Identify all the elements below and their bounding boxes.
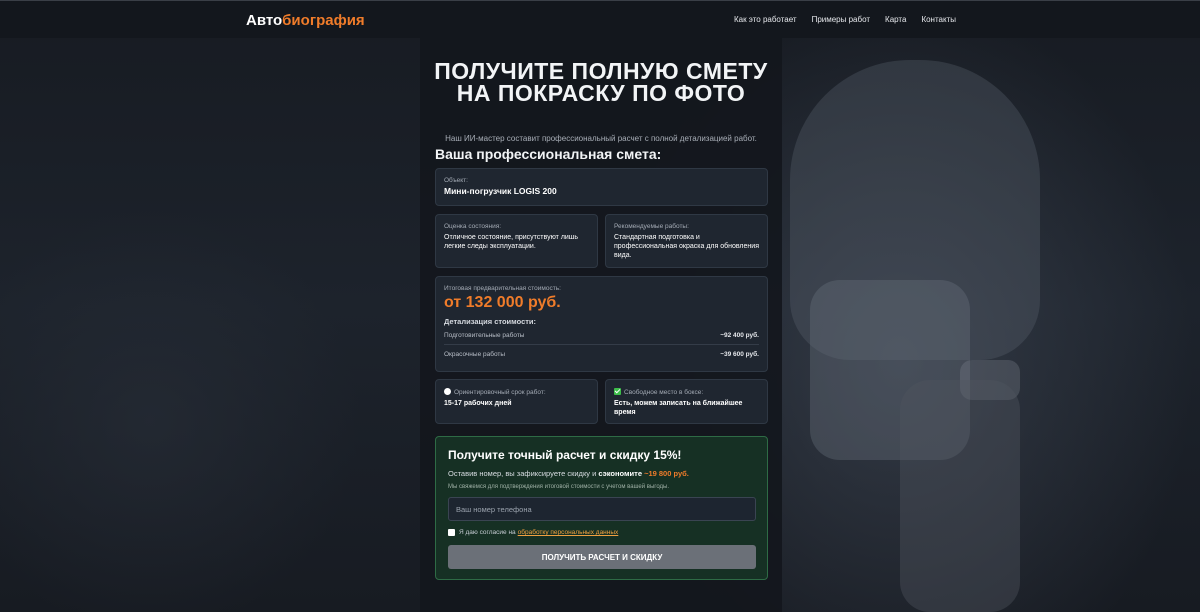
discount-offer-form: Получите точный расчет и скидку 15%! Ост…	[435, 436, 768, 580]
cost-label: Итоговая предварительная стоимость:	[444, 285, 561, 292]
checkmark-icon	[614, 388, 621, 395]
details-title: Детализация стоимости:	[444, 317, 537, 326]
cost-row: Подготовительные работы ~92 400 руб.	[444, 326, 759, 344]
cost-row: Окрасочные работы ~39 600 руб.	[444, 344, 759, 363]
availability-label-wrap: Свободное место в боксе:	[614, 388, 759, 396]
cost-row-amount: ~39 600 руб.	[720, 351, 759, 358]
page-title: Получите полную смету на покраску по фот…	[434, 58, 768, 106]
term-card: Ориентировочный срок работ: 15-17 рабочи…	[435, 379, 598, 424]
term-label-wrap: Ориентировочный срок работ:	[444, 388, 589, 396]
condition-card: Оценка состояния: Отличное состояние, пр…	[435, 214, 598, 268]
consent-checkbox[interactable]	[448, 529, 455, 536]
privacy-policy-link[interactable]: обработку персональных данных	[518, 529, 619, 536]
offer-text-prefix: Оставив номер, вы зафиксируете скидку и	[448, 469, 599, 478]
availability-value: Есть, можем записать на ближайшее время	[614, 400, 743, 416]
offer-text-bold: сэкономите	[598, 469, 645, 478]
offer-savings-amount: ~19 800 руб.	[644, 469, 689, 478]
term-value: 15-17 рабочих дней	[444, 400, 512, 407]
object-card: Объект: Мини-погрузчик LOGIS 200	[435, 168, 768, 206]
submit-button[interactable]: Получить расчет и скидку	[448, 545, 756, 569]
spray-gun-handle	[900, 380, 1020, 612]
cost-row-amount: ~92 400 руб.	[720, 332, 759, 339]
consent-row[interactable]: Я даю согласие на обработку персональных…	[448, 529, 618, 536]
cost-row-name: Подготовительные работы	[444, 332, 525, 339]
page-subtitle: Наш ИИ-мастер составит профессиональный …	[445, 134, 757, 143]
nav-how-it-works[interactable]: Как это работает	[734, 15, 797, 24]
object-value: Мини-погрузчик LOGIS 200	[444, 186, 557, 196]
phone-input[interactable]	[448, 497, 756, 521]
offer-note: Мы свяжемся для подтверждения итоговой с…	[448, 484, 670, 490]
clock-icon	[444, 388, 451, 395]
works-card: Рекомендуемые работы: Стандартная подгот…	[605, 214, 768, 268]
logo-text-main: Авто	[246, 12, 283, 29]
consent-text: Я даю согласие на	[459, 529, 516, 536]
offer-title: Получите точный расчет и скидку 15%!	[448, 448, 682, 462]
nav-map[interactable]: Карта	[885, 15, 906, 24]
works-value: Стандартная подготовка и профессиональна…	[614, 234, 759, 259]
availability-card: Свободное место в боксе: Есть, можем зап…	[605, 379, 768, 424]
nav-examples[interactable]: Примеры работ	[812, 15, 870, 24]
total-price: от 132 000 руб.	[444, 294, 561, 311]
nav-contacts[interactable]: Контакты	[921, 15, 956, 24]
logo[interactable]: Автобиография	[246, 12, 365, 29]
works-label: Рекомендуемые работы:	[614, 223, 689, 230]
cost-card: Итоговая предварительная стоимость: от 1…	[435, 276, 768, 372]
main-nav: Как это работает Примеры работ Карта Кон…	[734, 15, 956, 24]
cost-row-name: Окрасочные работы	[444, 351, 506, 358]
top-navigation-bar: Автобиография Как это работает Примеры р…	[0, 0, 1200, 38]
offer-text: Оставив номер, вы зафиксируете скидку и …	[448, 469, 755, 478]
object-label: Объект:	[444, 177, 468, 184]
term-label: Ориентировочный срок работ:	[454, 389, 546, 396]
availability-label: Свободное место в боксе:	[624, 389, 704, 396]
condition-label: Оценка состояния:	[444, 223, 502, 230]
estimate-title: Ваша профессиональная смета:	[435, 146, 662, 162]
logo-text-accent: биография	[282, 12, 365, 29]
condition-value: Отличное состояние, присутствуют лишь ле…	[444, 234, 579, 250]
